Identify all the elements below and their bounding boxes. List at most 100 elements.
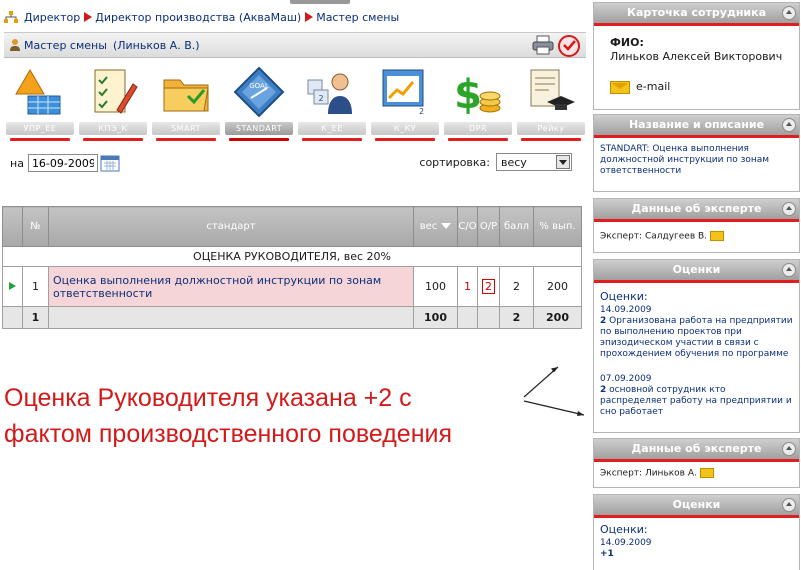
panel-header: Мастер смены (Линьков А. В.) (4, 32, 586, 58)
module-kku[interactable]: 2 К_КУ (371, 64, 439, 142)
email-link[interactable]: e-mail (636, 80, 670, 93)
grades-label-2: Оценки: (600, 523, 648, 536)
user-icon (10, 39, 20, 51)
person-chart-icon: 2 (307, 73, 352, 114)
grades-header-2: Оценки (594, 495, 799, 515)
collapse-icon[interactable] (782, 6, 796, 20)
grade-score: 2 (600, 316, 607, 326)
goal-badge-icon: GOAL (233, 66, 285, 118)
folder-icon (163, 79, 209, 112)
row-or-value[interactable]: 2 (482, 279, 495, 294)
row-co: 1 (457, 266, 478, 307)
breadcrumb-item-director[interactable]: Директор (24, 11, 80, 24)
group-row: ОЦЕНКА РУКОВОДИТЕЛЯ, вес 20% (2, 246, 582, 267)
calendar-icon[interactable] (100, 154, 120, 172)
grades-panel-2: Оценки Оценки: 14.09.2009 +1 (593, 494, 800, 570)
module-tab-label: Рейку (517, 122, 585, 135)
total-weight: 100 (413, 306, 458, 329)
col-score[interactable]: балл (499, 206, 534, 247)
grade-comment: основной сотрудник кто распределяет рабо… (600, 385, 792, 417)
module-smart[interactable]: SMART (152, 64, 220, 142)
panel-person: (Линьков А. В.) (112, 38, 200, 52)
chevron-down-icon[interactable] (556, 155, 570, 169)
module-tab-label: DPR (444, 122, 512, 135)
row-number: 1 (22, 266, 49, 307)
print-icon[interactable] (532, 35, 554, 55)
collapse-icon[interactable] (782, 498, 796, 512)
module-kpe[interactable]: КПЭ_К (79, 64, 147, 142)
sort-select[interactable]: весу (496, 153, 572, 171)
total-blank (2, 306, 23, 329)
breadcrumb-item-shift-master[interactable]: Мастер смены (316, 11, 399, 24)
total-score: 2 (499, 306, 534, 329)
org-chart-icon[interactable] (4, 10, 18, 24)
warning-grid-icon (15, 69, 61, 115)
sort-control: сортировка: весу (419, 153, 572, 171)
row-standard[interactable]: Оценка выполнения должностной инструкции… (48, 266, 414, 307)
expert-header-2: Данные об эксперте (594, 439, 799, 459)
col-or[interactable]: О/Р (477, 206, 500, 247)
module-kee[interactable]: 2 К_ЕЕ (298, 64, 366, 142)
email-icon[interactable] (699, 468, 714, 478)
date-label: на (10, 156, 24, 170)
collapse-icon[interactable] (782, 202, 796, 216)
module-underline (375, 138, 435, 141)
grade-entry: +1 (600, 549, 793, 560)
collapse-icon[interactable] (782, 263, 796, 277)
row-score: 2 (499, 266, 534, 307)
email-icon[interactable] (610, 80, 630, 94)
email-icon[interactable] (710, 231, 725, 241)
description-panel: Название и описание STANDART: Оценка вып… (593, 114, 800, 192)
close-icon[interactable] (558, 35, 580, 57)
employee-card-header: Карточка сотрудника (594, 3, 799, 23)
grades-body-2: Оценки: 14.09.2009 +1 (594, 518, 799, 564)
svg-text:$: $ (454, 72, 482, 118)
col-weight-label: вес (419, 221, 438, 232)
calendar-chart-icon: 2 (382, 69, 424, 116)
grade-entry: 2 основной сотрудник кто распределяет ра… (600, 385, 793, 418)
grade-date: 14.09.2009 (600, 538, 652, 548)
expert-header-1: Данные об эксперте (594, 199, 799, 219)
expert-name-2: Эксперт: Линьков А. (600, 468, 697, 479)
collapse-icon[interactable] (782, 118, 796, 132)
expert-panel-2: Данные об эксперте Эксперт: Линьков А. (593, 438, 800, 488)
grade-score: 2 (600, 385, 607, 395)
row-or[interactable]: 2 (477, 266, 500, 307)
col-co[interactable]: С/О (457, 206, 478, 247)
employee-card-body: ФИО: Линьков Алексей Викторович e-mail (594, 26, 799, 98)
row-marker[interactable] (2, 266, 23, 307)
grades-panel-1: Оценки Оценки: 14.09.2009 2 Организована… (593, 259, 800, 433)
group-title: ОЦЕНКА РУКОВОДИТЕЛЯ, вес 20% (2, 246, 582, 267)
standards-table: № стандарт вес С/О О/Р балл % вып. ОЦЕНК… (2, 206, 582, 329)
grade-score: +1 (600, 549, 614, 559)
breadcrumb-separator-icon (84, 12, 93, 22)
expert-body-2: Эксперт: Линьков А. (594, 462, 799, 484)
collapse-icon[interactable] (782, 442, 796, 456)
sort-value: весу (501, 155, 527, 169)
expert-panel-1: Данные об эксперте Эксперт: Салдугеев В. (593, 198, 800, 253)
grades-header-1: Оценки (594, 260, 799, 280)
module-tab-label: КПЭ_К (79, 122, 147, 135)
table-row[interactable]: 1 Оценка выполнения должностной инструкц… (2, 266, 582, 307)
module-tab-label: УПР_ЕЕ (6, 122, 74, 135)
col-standard[interactable]: стандарт (48, 206, 414, 247)
col-number[interactable]: № (22, 206, 49, 247)
play-icon[interactable] (9, 282, 16, 290)
filter-bar: на сортировка: весу (4, 150, 586, 176)
grade-date: 14.09.2009 (600, 305, 652, 315)
module-tab-label: К_КУ (371, 122, 439, 135)
module-standart[interactable]: GOAL STANDART (225, 64, 293, 142)
breadcrumb-item-production-director[interactable]: Директор производства (АкваМаш) (95, 11, 301, 24)
col-percent[interactable]: % вып. (533, 206, 582, 247)
expert-title-1: Данные об эксперте (631, 202, 762, 215)
date-input[interactable] (27, 154, 98, 172)
expert-name-1: Эксперт: Салдугеев В. (600, 231, 708, 242)
employee-card-panel: Карточка сотрудника ФИО: Линьков Алексей… (593, 2, 800, 110)
module-dpr[interactable]: $ DPR (444, 64, 512, 142)
module-upr[interactable]: УПР_ЕЕ (6, 64, 74, 142)
module-reiku[interactable]: Рейку (517, 64, 585, 142)
sort-desc-icon (441, 223, 452, 229)
col-weight[interactable]: вес (413, 206, 458, 247)
panel-title: Мастер смены (24, 38, 107, 52)
module-underline-active (229, 138, 289, 141)
